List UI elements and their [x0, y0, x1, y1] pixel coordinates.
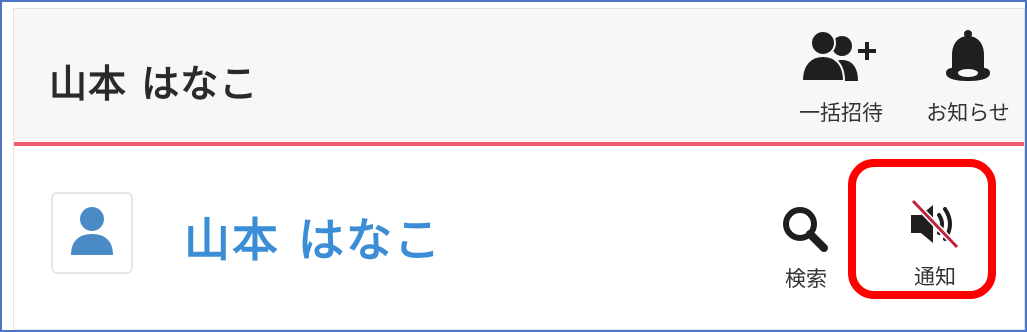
announcements-label: お知らせ — [926, 101, 1010, 125]
search-button[interactable]: 検索 — [776, 205, 836, 293]
announcements-button[interactable]: お知らせ — [912, 29, 1024, 127]
screenshot-frame: 山本 はなこ 一括招待 お知らせ 山本 はなこ 検索 通知 — [0, 0, 1027, 332]
search-icon — [780, 205, 832, 257]
header-divider — [14, 142, 1024, 146]
page-title: 山本 はなこ — [49, 62, 259, 106]
group-add-icon — [798, 29, 884, 89]
notify-label: 通知 — [914, 265, 956, 289]
bulk-invite-label: 一括招待 — [799, 101, 883, 125]
notification-toggle-button[interactable]: 通知 — [894, 197, 976, 291]
bell-icon — [940, 29, 996, 89]
user-icon — [69, 205, 115, 261]
speaker-muted-icon — [905, 197, 965, 255]
avatar[interactable] — [51, 192, 133, 274]
header-bar: 山本 はなこ 一括招待 お知らせ — [14, 9, 1024, 142]
bulk-invite-button[interactable]: 一括招待 — [786, 29, 896, 127]
profile-name: 山本 はなこ — [184, 213, 443, 267]
app-panel: 山本 はなこ 一括招待 お知らせ 山本 はなこ 検索 通知 — [13, 8, 1025, 330]
search-label: 検索 — [785, 267, 827, 291]
